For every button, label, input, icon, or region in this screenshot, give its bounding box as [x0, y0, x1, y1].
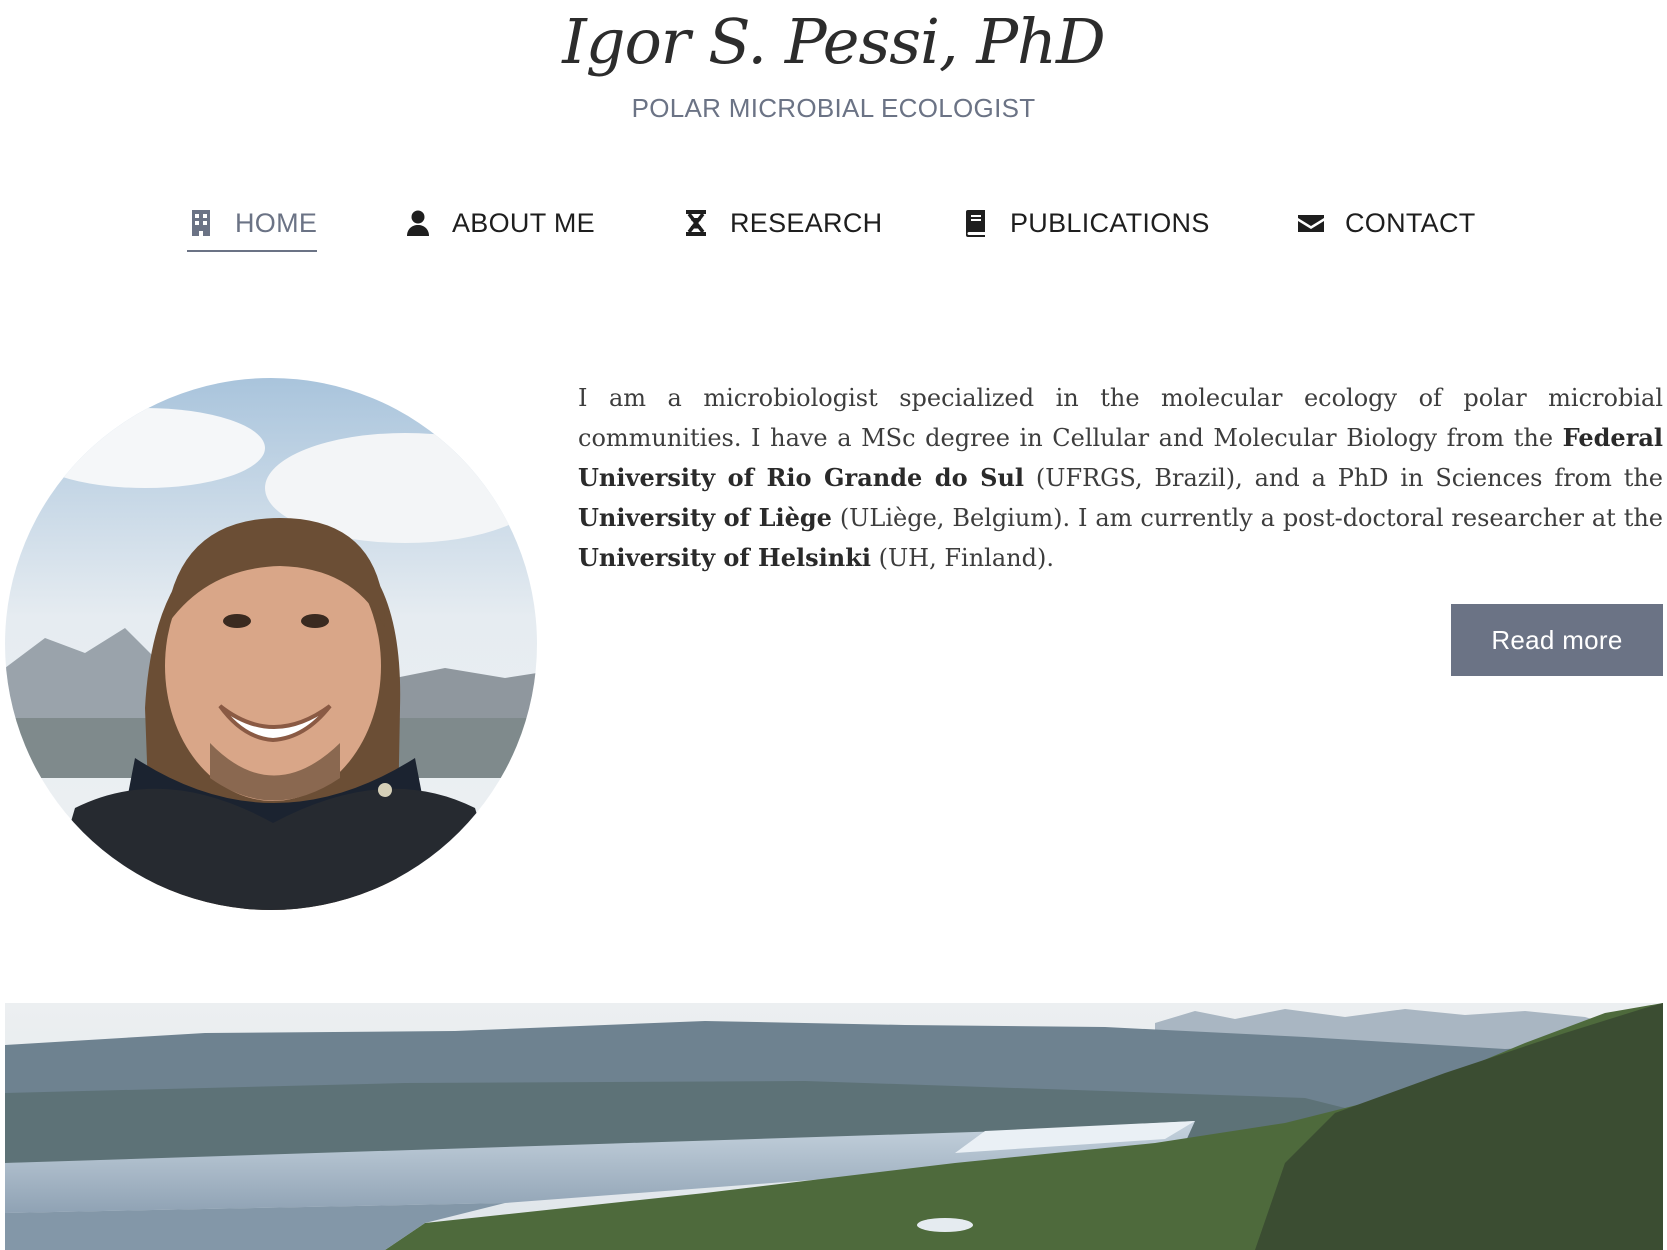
book-icon	[962, 209, 990, 237]
nav-publications-label: PUBLICATIONS	[1010, 207, 1210, 238]
intro-text-4: (UH, Finland).	[870, 544, 1054, 572]
intro-text-1: I am a microbiologist specialized in the…	[578, 384, 1663, 452]
nav-publications[interactable]: PUBLICATIONS	[962, 196, 1210, 250]
site-subtitle: POLAR MICROBIAL ECOLOGIST	[631, 93, 1036, 123]
institution-helsinki: University of Helsinki	[578, 543, 871, 572]
nav-about-me[interactable]: ABOUT ME	[404, 196, 595, 250]
nav-research-label: RESEARCH	[730, 207, 883, 238]
site-title: Igor S. Pessi, PhD	[562, 5, 1105, 78]
read-more-button[interactable]: Read more	[1451, 604, 1663, 676]
nav-home-label: HOME	[235, 207, 318, 238]
landscape-banner	[5, 1003, 1663, 1250]
building-icon	[187, 209, 215, 237]
nav-contact[interactable]: CONTACT	[1297, 196, 1476, 250]
main-nav: HOME ABOUT ME RESEARCH PUBLICATIONS CONT…	[0, 196, 1667, 256]
nav-contact-label: CONTACT	[1345, 207, 1476, 238]
nav-about-me-label: ABOUT ME	[452, 207, 595, 238]
profile-photo	[5, 378, 537, 910]
nav-home[interactable]: HOME	[187, 196, 318, 252]
envelope-icon	[1297, 209, 1325, 237]
dna-icon	[682, 209, 710, 237]
institution-uliege: University of Liège	[578, 503, 832, 532]
nav-research[interactable]: RESEARCH	[682, 196, 882, 250]
user-icon	[404, 209, 432, 237]
intro-text-2: (UFRGS, Brazil), and a PhD in Sciences f…	[1024, 464, 1664, 492]
intro-text: I am a microbiologist specialized in the…	[578, 378, 1663, 578]
intro-text-3: (ULiège, Belgium). I am currently a post…	[831, 504, 1664, 532]
